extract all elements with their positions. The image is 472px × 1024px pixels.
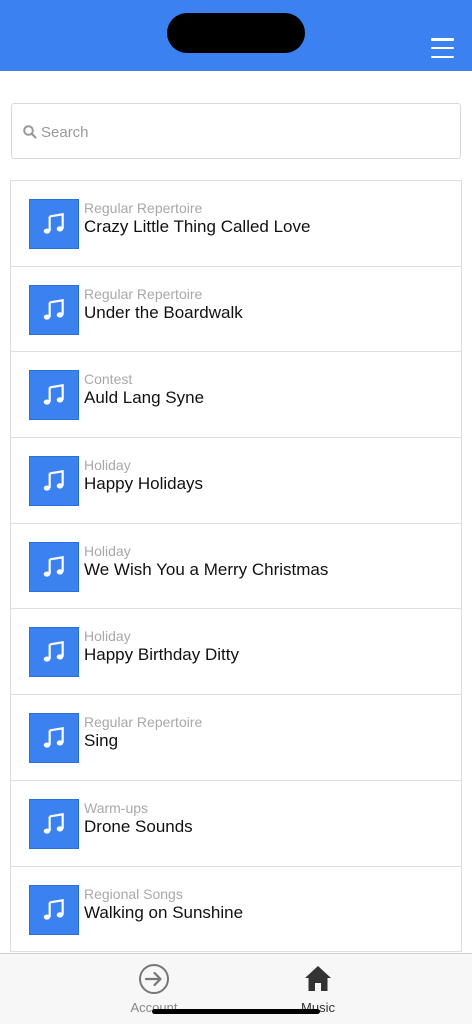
song-category: Holiday: [84, 457, 131, 474]
menu-bar: [431, 38, 454, 41]
sign-in-icon: [139, 964, 169, 994]
app-header: [0, 0, 472, 71]
song-list-item[interactable]: Holiday We Wish You a Merry Christmas: [11, 524, 461, 610]
app-screen: Regular Repertoire Crazy Little Thing Ca…: [0, 0, 472, 1024]
song-list-item[interactable]: Contest Auld Lang Syne: [11, 352, 461, 439]
music-note-icon: [43, 727, 64, 748]
song-list-item[interactable]: Holiday Happy Holidays: [11, 438, 461, 524]
song-list: Regular Repertoire Crazy Little Thing Ca…: [10, 180, 462, 953]
song-thumbnail: [29, 199, 79, 249]
camera-notch: [167, 13, 305, 53]
music-note-icon: [43, 470, 64, 491]
song-title: Happy Holidays: [84, 474, 204, 494]
menu-bar: [431, 55, 454, 58]
search-input[interactable]: [41, 116, 451, 148]
song-list-item[interactable]: Warm-ups Drone Sounds: [11, 781, 461, 867]
home-indicator: [152, 1009, 320, 1014]
song-thumbnail: [29, 284, 79, 335]
song-category: Contest: [84, 371, 133, 388]
song-category: Regular Repertoire: [84, 714, 203, 731]
music-note-icon: [43, 212, 64, 234]
song-thumbnail: [29, 456, 79, 507]
song-title: We Wish You a Merry Christmas: [84, 559, 329, 579]
song-thumbnail: [29, 541, 79, 592]
song-title: Under the Boardwalk: [84, 302, 243, 322]
song-list-item[interactable]: Regular Repertoire Crazy Little Thing Ca…: [11, 181, 461, 267]
music-note-icon: [43, 298, 64, 320]
song-thumbnail: [29, 884, 79, 935]
music-note-icon: [43, 555, 64, 577]
menu-button[interactable]: [428, 38, 458, 58]
song-list-item[interactable]: Holiday Happy Birthday Ditty: [11, 609, 461, 696]
song-title: Drone Sounds: [84, 816, 193, 836]
home-icon: [305, 966, 331, 991]
music-note-icon: [43, 384, 64, 406]
menu-bar: [431, 46, 454, 50]
song-category: Regular Repertoire: [84, 285, 203, 302]
song-thumbnail: [29, 798, 79, 849]
music-note-icon: [43, 812, 64, 834]
song-thumbnail: [29, 627, 79, 678]
song-category: Regular Repertoire: [84, 200, 203, 216]
search-bar: [11, 103, 461, 159]
song-category: Holiday: [84, 542, 131, 559]
song-thumbnail: [29, 370, 79, 421]
music-note-icon: [43, 898, 64, 920]
song-title: Crazy Little Thing Called Love: [84, 217, 311, 236]
song-category: Regional Songs: [84, 885, 183, 902]
song-category: Warm-ups: [84, 799, 149, 816]
search-icon: [23, 125, 37, 139]
song-category: Holiday: [84, 628, 131, 645]
song-list-item[interactable]: Regular Repertoire Under the Boardwalk: [11, 267, 461, 353]
song-title: Sing: [84, 731, 119, 751]
song-list-item[interactable]: Regular Repertoire Sing: [11, 695, 461, 781]
song-title: Walking on Sunshine: [84, 902, 244, 922]
song-title: Auld Lang Syne: [84, 388, 205, 408]
music-note-icon: [43, 641, 64, 663]
song-title: Happy Birthday Ditty: [84, 645, 239, 665]
song-thumbnail: [29, 713, 79, 764]
song-list-item[interactable]: Regional Songs Walking on Sunshine: [11, 867, 461, 953]
